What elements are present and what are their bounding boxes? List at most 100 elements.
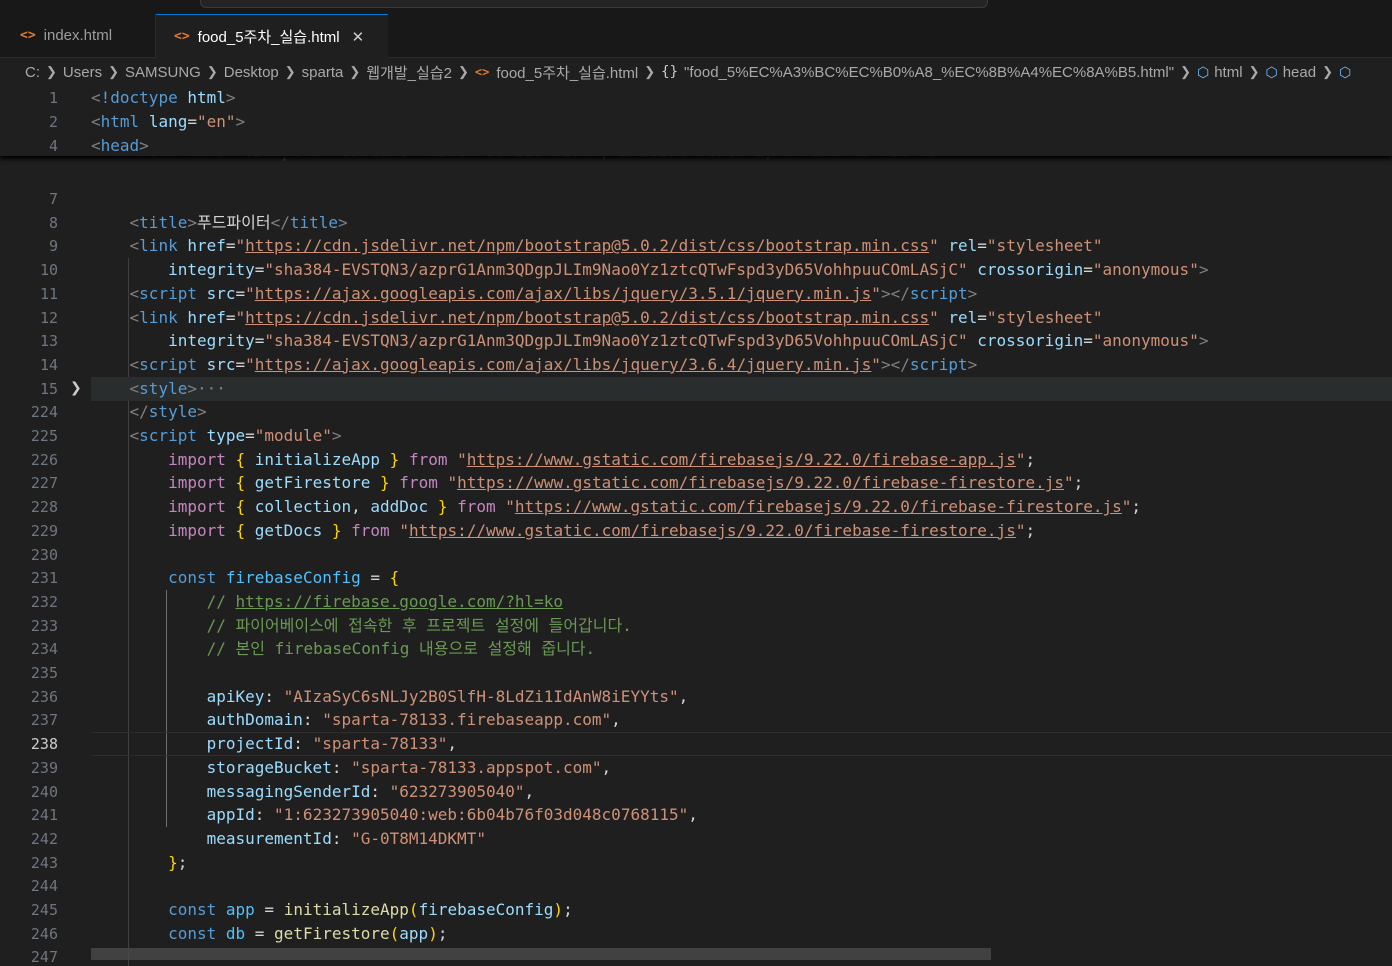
breadcrumb-item[interactable]: sparta <box>302 64 344 81</box>
line-number: 241 <box>30 806 58 825</box>
code-line[interactable]: // https://firebase.google.com/?hl=ko <box>91 590 563 614</box>
code-token: > <box>331 426 342 445</box>
code-token: import <box>168 497 226 517</box>
code-line[interactable]: import { collection, addDoc } from "http… <box>91 495 1141 519</box>
code-line[interactable]: <script src="https://ajax.googleapis.com… <box>91 353 978 377</box>
code-line[interactable]: }; <box>91 851 187 875</box>
code-token: < <box>91 88 101 107</box>
code-line[interactable]: <title>푸드파이터</title> <box>91 211 348 235</box>
line-number: 243 <box>30 853 58 872</box>
code-token: > <box>338 212 348 232</box>
breadcrumb-item[interactable]: html <box>1214 64 1242 81</box>
breadcrumb-item[interactable]: Desktop <box>224 64 279 81</box>
code-line[interactable]: measurementId: "G-0T8M14DKMT" <box>91 827 486 851</box>
code-token: crossorigin <box>977 331 1084 351</box>
code-line[interactable]: <style>··· <box>91 377 226 401</box>
horizontal-scrollbar[interactable] <box>91 948 991 960</box>
code-line[interactable]: integrity="sha384-EVSTQN3/azprG1Anm3QDgp… <box>91 329 1208 353</box>
code-line[interactable]: apiKey: "AIzaSyC6sNLJy2B0SlfH-8LdZi1IdAn… <box>91 685 689 709</box>
code-line[interactable]: const db = getFirestore(app); <box>91 922 447 946</box>
code-token: " <box>505 497 515 517</box>
line-number: 238 <box>30 735 58 754</box>
code-line[interactable]: <link href="https://cdn.jsdelivr.net/npm… <box>91 234 1103 258</box>
code-line[interactable]: projectId: "sparta-78133", <box>91 732 457 756</box>
code-token: getFirestore <box>254 473 371 493</box>
code-token: href <box>187 307 226 327</box>
code-token: : <box>370 781 390 801</box>
sticky-code-line[interactable]: <html lang="en"> <box>91 110 245 134</box>
chevron-right-icon[interactable]: ❯ <box>70 380 82 396</box>
code-token: { <box>235 520 246 540</box>
code-token: : <box>331 757 352 777</box>
breadcrumb-item[interactable]: C: <box>25 64 40 81</box>
breadcrumb-item[interactable]: "food_5%EC%A3%BC%EC%B0%A8_%EC%8B%A4%EC%8… <box>684 64 1174 81</box>
tab-label: food_5주차_실습.html <box>197 29 340 46</box>
code-token: crossorigin <box>977 260 1084 280</box>
code-line[interactable]: authDomain: "sparta-78133.firebaseapp.co… <box>91 708 621 732</box>
code-token: " <box>447 473 458 493</box>
chevron-right-icon: ❯ <box>1180 64 1191 79</box>
breadcrumb-item[interactable]: food_5주차_실습.html <box>496 62 638 83</box>
code-token: rel <box>948 236 978 256</box>
code-line[interactable]: const app = initializeApp(firebaseConfig… <box>91 898 573 922</box>
code-line[interactable]: </style> <box>91 400 207 424</box>
breadcrumb-item[interactable]: SAMSUNG <box>125 64 201 81</box>
code-token: = <box>254 260 265 280</box>
code-token: getFirestore <box>274 923 390 943</box>
breadcrumb-item[interactable]: 웹개발_실습2 <box>366 62 452 83</box>
code-line[interactable]: appId: "1:623273905040:web:6b04b76f03d04… <box>91 803 698 827</box>
close-icon[interactable]: ✕ <box>352 28 365 46</box>
sticky-code-line[interactable]: <!doctype html> <box>91 86 236 110</box>
code-token: https://www.gstatic.com/firebasejs/9.22.… <box>408 520 1016 540</box>
code-line[interactable]: import { initializeApp } from "https://w… <box>91 448 1035 472</box>
tab-index-html[interactable]: <> index.html <box>20 14 156 57</box>
code-token: from <box>351 520 390 540</box>
code-line[interactable]: <link href="https://cdn.jsdelivr.net/npm… <box>91 306 1103 330</box>
code-token: = <box>225 307 236 327</box>
code-line[interactable]: const firebaseConfig = { <box>91 566 399 590</box>
code-line[interactable]: // 본인 firebaseConfig 내용으로 설정해 줍니다. <box>91 637 596 661</box>
breadcrumb-item[interactable]: Users <box>63 64 102 81</box>
code-editor[interactable]: 1 <!doctype html> 2 <html lang="en"> 4 <head>… <box>0 86 1392 966</box>
breadcrumb-item[interactable]: head <box>1283 64 1316 81</box>
code-token: // 파이어베이스에 접속한 후 프로젝트 설정에 들어갑니다. <box>206 615 632 635</box>
chevron-right-icon: ❯ <box>1322 64 1333 79</box>
code-line[interactable]: integrity="sha384-EVSTQN3/azprG1Anm3QDgp… <box>91 258 1208 282</box>
code-token: > <box>225 88 236 107</box>
code-token: "G-0T8M14DKMT" <box>351 828 486 848</box>
code-token: // <box>206 591 236 611</box>
code-token: initializeApp <box>254 449 381 469</box>
code-line[interactable]: import { getFirestore } from "https://ww… <box>91 471 1083 495</box>
code-line[interactable]: <script src="https://ajax.googleapis.com… <box>91 282 978 306</box>
command-center[interactable] <box>200 0 988 8</box>
sticky-scroll-header[interactable]: 1 <!doctype html> 2 <html lang="en"> 4 <head> <box>0 86 1392 156</box>
code-token: ) <box>428 923 438 943</box>
code-token: app <box>399 923 429 943</box>
code-line[interactable]: messagingSenderId: "623273905040", <box>91 780 535 804</box>
code-line[interactable]: <script type="module"> <box>91 424 342 448</box>
code-token: : <box>264 686 284 706</box>
tab-food-html[interactable]: <> food_5주차_실습.html ✕ <box>156 14 388 58</box>
code-token: "anonymous" <box>1092 331 1199 351</box>
line-number: 244 <box>30 877 58 896</box>
sticky-code-line[interactable]: <head> <box>91 134 149 158</box>
code-token: appId <box>206 805 255 825</box>
code-line[interactable]: import { getDocs } from "https://www.gst… <box>91 519 1035 543</box>
code-token: ( <box>408 900 419 919</box>
code-token: title <box>289 212 339 232</box>
code-line[interactable]: // 파이어베이스에 접속한 후 프로젝트 설정에 들어갑니다. <box>91 614 632 638</box>
line-number: 237 <box>30 711 58 730</box>
code-line[interactable]: storageBucket: "sparta-78133.appspot.com… <box>91 756 612 780</box>
code-token: "sha384-EVSTQN3/azprG1Anm3QDgpJLIm9Nao0Y… <box>264 331 968 351</box>
